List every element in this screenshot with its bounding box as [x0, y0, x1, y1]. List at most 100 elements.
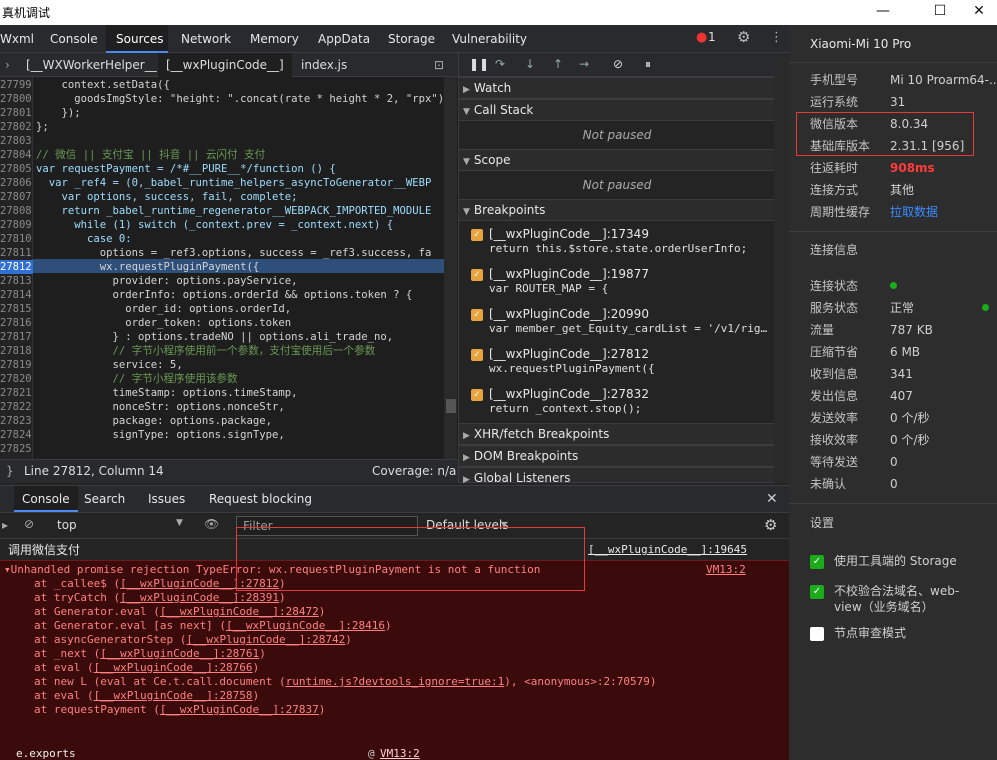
checkbox-checked-icon[interactable]: ✓	[471, 229, 483, 241]
line-number[interactable]: 27801	[0, 106, 33, 120]
setting-label[interactable]: 不校验合法域名、web-view（业务域名）	[834, 583, 984, 615]
line-number[interactable]: 27815	[0, 302, 33, 316]
breakpoint-item[interactable]: ✓ [__wxPluginCode__]:20990 var member_get_…	[471, 307, 771, 345]
file-tab-workerhelper[interactable]: [__WXWorkerHelper__]	[22, 53, 165, 77]
tab-sources[interactable]: Sources	[106, 25, 168, 53]
line-number[interactable]: 27809	[0, 218, 33, 232]
chevron-down-icon[interactable]: ▼	[176, 518, 183, 528]
stack-frame-link[interactable]: [__wxPluginCode__]:28758	[94, 689, 253, 702]
tab-memory[interactable]: Memory	[250, 25, 302, 53]
line-number[interactable]: 27818	[0, 344, 33, 358]
debugger-scrollbar[interactable]	[774, 53, 789, 483]
line-number[interactable]: 27803	[0, 134, 33, 148]
minimize-button[interactable]: —	[860, 0, 906, 25]
stack-frame-link[interactable]: [__wxPluginCode__]:27837	[160, 703, 319, 716]
step-out-icon[interactable]: ↑	[553, 57, 563, 71]
sidebar-toggle-icon[interactable]: ›	[5, 53, 10, 77]
line-number-breakpoint[interactable]: 27812	[0, 260, 33, 274]
step-over-icon[interactable]: ↷	[495, 57, 505, 71]
tab-storage[interactable]: Storage	[388, 25, 438, 53]
line-number[interactable]: 27817	[0, 330, 33, 344]
tab-vulnerability[interactable]: Vulnerability	[452, 25, 532, 53]
dom-breakpoints-section[interactable]: ▶ DOM Breakpoints	[459, 445, 775, 467]
clear-console-icon[interactable]: ⊘	[24, 517, 34, 531]
drawer-tab-issues[interactable]: Issues	[148, 486, 185, 512]
code-editor[interactable]: 27799 27800 27801 27802 27803 27804 27805 27806…	[0, 77, 458, 459]
xhr-breakpoints-section[interactable]: ▶ XHR/fetch Breakpoints	[459, 423, 775, 445]
stack-frame-link[interactable]: runtime.js?devtools_ignore=true:1	[286, 675, 505, 688]
stack-frame-link[interactable]: [__wxPluginCode__]:28761	[100, 647, 259, 660]
line-number[interactable]: 27825	[0, 442, 33, 456]
line-number[interactable]: 27807	[0, 190, 33, 204]
file-tab-plugincode[interactable]: [__wxPluginCode__] ✕	[158, 53, 292, 96]
stack-frame-link[interactable]: [__wxPluginCode__]:28472	[160, 605, 319, 618]
line-number[interactable]: 27821	[0, 386, 33, 400]
line-number[interactable]: 27813	[0, 274, 33, 288]
deactivate-breakpoints-icon[interactable]: ⊘	[613, 57, 623, 71]
more-vert-icon[interactable]: ⋮	[770, 30, 783, 45]
line-number[interactable]: 27823	[0, 414, 33, 428]
scope-section[interactable]: ▼ Scope	[459, 149, 775, 171]
breakpoint-item[interactable]: ✓ [__wxPluginCode__]:27832 return _context…	[471, 387, 771, 425]
line-number[interactable]: 27806	[0, 176, 33, 190]
checkbox-checked-icon[interactable]: ✓	[810, 585, 824, 599]
line-number[interactable]: 27814	[0, 288, 33, 302]
eye-icon[interactable]: 👁	[204, 517, 219, 531]
line-number[interactable]: 27810	[0, 232, 33, 246]
drawer-tab-search[interactable]: Search	[84, 486, 125, 512]
checkbox-unchecked-icon[interactable]	[810, 627, 824, 641]
error-count[interactable]: 1	[708, 30, 716, 44]
stack-frame-link[interactable]: [__wxPluginCode__]:28391	[120, 591, 279, 604]
console-settings-icon[interactable]: ⚙	[764, 516, 777, 534]
breakpoint-item[interactable]: ✓ [__wxPluginCode__]:19877 var ROUTER_MAP …	[471, 267, 771, 305]
line-number[interactable]: 27822	[0, 400, 33, 414]
editor-scroll-thumb[interactable]	[446, 399, 456, 413]
line-number[interactable]: 27802	[0, 120, 33, 134]
sidebar-icon[interactable]: ▸	[2, 518, 8, 532]
checkbox-checked-icon[interactable]: ✓	[471, 269, 483, 281]
line-number[interactable]: 27820	[0, 372, 33, 386]
close-window-button[interactable]: ✕	[956, 0, 997, 25]
tab-network[interactable]: Network	[181, 25, 237, 53]
context-select[interactable]: top	[57, 518, 77, 532]
checkbox-checked-icon[interactable]: ✓	[810, 555, 824, 569]
close-drawer-icon[interactable]: ✕	[766, 486, 778, 512]
watch-section[interactable]: ▶ Watch	[459, 77, 775, 99]
step-into-icon[interactable]: ↓	[525, 57, 535, 71]
log-source-link[interactable]: [__wxPluginCode__]:19645	[588, 541, 747, 559]
line-number[interactable]: 27800	[0, 92, 33, 106]
drawer-tab-request-blocking[interactable]: Request blocking	[209, 486, 312, 512]
toggle-debugger-icon[interactable]: ⊡	[434, 53, 444, 77]
step-icon[interactable]: →	[579, 57, 589, 71]
breakpoint-item[interactable]: ✓ [__wxPluginCode__]:17349 return this.$st…	[471, 227, 771, 265]
tab-console[interactable]: Console	[50, 25, 98, 53]
pause-icon[interactable]: ❚❚	[469, 57, 489, 71]
line-number[interactable]: 27808	[0, 204, 33, 218]
checkbox-checked-icon[interactable]: ✓	[471, 349, 483, 361]
breakpoint-item[interactable]: ✓ [__wxPluginCode__]:27812 wx.requestPlugi…	[471, 347, 771, 385]
pause-exceptions-icon[interactable]: ⏸	[645, 57, 651, 72]
tab-wxml[interactable]: Wxml	[0, 25, 34, 53]
stack-frame-link[interactable]: [__wxPluginCode__]:28416	[226, 619, 385, 632]
file-tab-index[interactable]: index.js	[301, 53, 347, 77]
stack-extra-link[interactable]: VM13:2	[380, 747, 420, 760]
line-number[interactable]: 27824	[0, 428, 33, 442]
setting-label[interactable]: 使用工具端的 Storage	[834, 553, 984, 569]
gear-icon[interactable]: ⚙	[737, 28, 750, 46]
line-number[interactable]: 27819	[0, 358, 33, 372]
line-number[interactable]: 27799	[0, 78, 33, 92]
stack-frame-link[interactable]: [__wxPluginCode__]:28742	[186, 633, 345, 646]
line-number[interactable]: 27804	[0, 148, 33, 162]
drawer-tab-console[interactable]: Console	[14, 486, 78, 512]
breakpoints-section[interactable]: ▼ Breakpoints	[459, 199, 775, 221]
setting-label[interactable]: 节点审查模式	[834, 625, 984, 641]
line-number[interactable]: 27805	[0, 162, 33, 176]
error-icon[interactable]: ●	[696, 30, 707, 45]
global-listeners-section[interactable]: ▶ Global Listeners	[459, 467, 775, 485]
checkbox-checked-icon[interactable]: ✓	[471, 309, 483, 321]
error-source-link[interactable]: VM13:2	[706, 563, 746, 576]
tab-appdata[interactable]: AppData	[318, 25, 374, 53]
stack-frame-link[interactable]: [__wxPluginCode__]:28766	[94, 661, 253, 674]
callstack-section[interactable]: ▼ Call Stack	[459, 99, 775, 121]
info-value[interactable]: 拉取数据	[890, 203, 938, 221]
